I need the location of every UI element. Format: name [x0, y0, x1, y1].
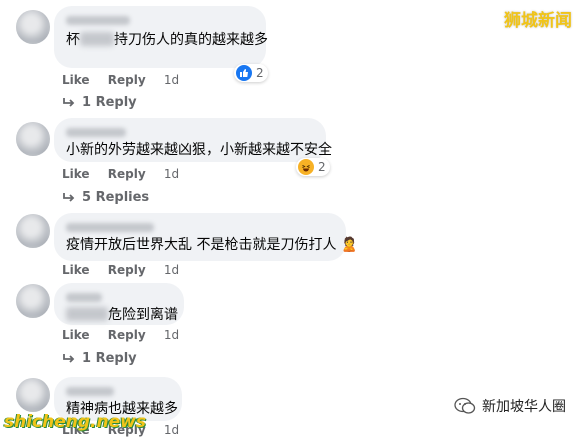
comment-bubble: 小新的外劳越来越凶狠，小新越来越不安全 — [54, 118, 332, 162]
comment-text: 疫情开放后世界大乱 不是枪击就是刀伤打人 🙎 — [66, 237, 359, 253]
haha-icon — [298, 159, 314, 175]
timestamp[interactable]: 1d — [164, 167, 179, 181]
timestamp[interactable]: 1d — [164, 328, 179, 342]
avatar[interactable] — [16, 122, 50, 156]
view-replies-button[interactable]: 1 Reply — [62, 351, 137, 366]
wechat-icon — [454, 397, 476, 414]
avatar[interactable] — [16, 214, 50, 248]
timestamp[interactable]: 1d — [164, 73, 179, 87]
comment-actions: Like Reply 1d — [62, 73, 193, 87]
commenter-name[interactable] — [66, 128, 126, 137]
like-button[interactable]: Like — [62, 263, 90, 277]
comment-actions: Like Reply 1d — [62, 167, 193, 181]
watermark-account: 新加坡华人圈 — [454, 396, 566, 416]
like-button[interactable]: Like — [62, 328, 90, 342]
reaction-summary[interactable]: 2 — [296, 158, 330, 176]
reaction-count: 2 — [318, 160, 326, 174]
view-replies-button[interactable]: 1 Reply — [62, 95, 137, 110]
reply-button[interactable]: Reply — [108, 167, 146, 181]
reply-button[interactable]: Reply — [108, 73, 146, 87]
commenter-name[interactable] — [66, 16, 130, 25]
reaction-count: 2 — [256, 66, 264, 80]
reply-button[interactable]: Reply — [108, 263, 146, 277]
comment-actions: Like Reply 1d — [62, 263, 193, 277]
avatar[interactable] — [16, 10, 50, 44]
avatar[interactable] — [16, 284, 50, 318]
comment-text: 小新的外劳越来越凶狠，小新越来越不安全 — [66, 142, 332, 158]
watermark-site: shicheng.news — [4, 412, 146, 432]
comment-actions: Like Reply 1d — [62, 328, 193, 342]
reply-arrow-icon — [63, 353, 75, 363]
watermark-top: 狮城新闻 — [504, 11, 572, 31]
woman-emoji: 🙎 — [340, 237, 359, 253]
comment-text: 杯持刀伤人的真的越来越多 — [66, 32, 268, 48]
timestamp[interactable]: 1d — [164, 263, 179, 277]
like-button[interactable]: Like — [62, 73, 90, 87]
reply-arrow-icon — [63, 97, 75, 107]
comment-bubble: 杯持刀伤人的真的越来越多 — [54, 6, 268, 68]
comment-bubble: 疫情开放后世界大乱 不是枪击就是刀伤打人 🙎 — [54, 213, 359, 261]
like-button[interactable]: Like — [62, 167, 90, 181]
timestamp[interactable]: 1d — [164, 423, 179, 437]
view-replies-button[interactable]: 5 Replies — [62, 190, 149, 205]
comment-bubble: 危险到离谱 — [54, 283, 184, 325]
reply-button[interactable]: Reply — [108, 328, 146, 342]
reaction-summary[interactable]: 2 — [234, 64, 268, 82]
commenter-name[interactable] — [66, 293, 102, 302]
commenter-name[interactable] — [66, 387, 114, 396]
reply-arrow-icon — [63, 192, 75, 202]
like-icon — [236, 65, 252, 81]
avatar[interactable] — [16, 378, 50, 412]
commenter-name[interactable] — [66, 223, 154, 232]
comment-text: 危险到离谱 — [66, 306, 178, 324]
